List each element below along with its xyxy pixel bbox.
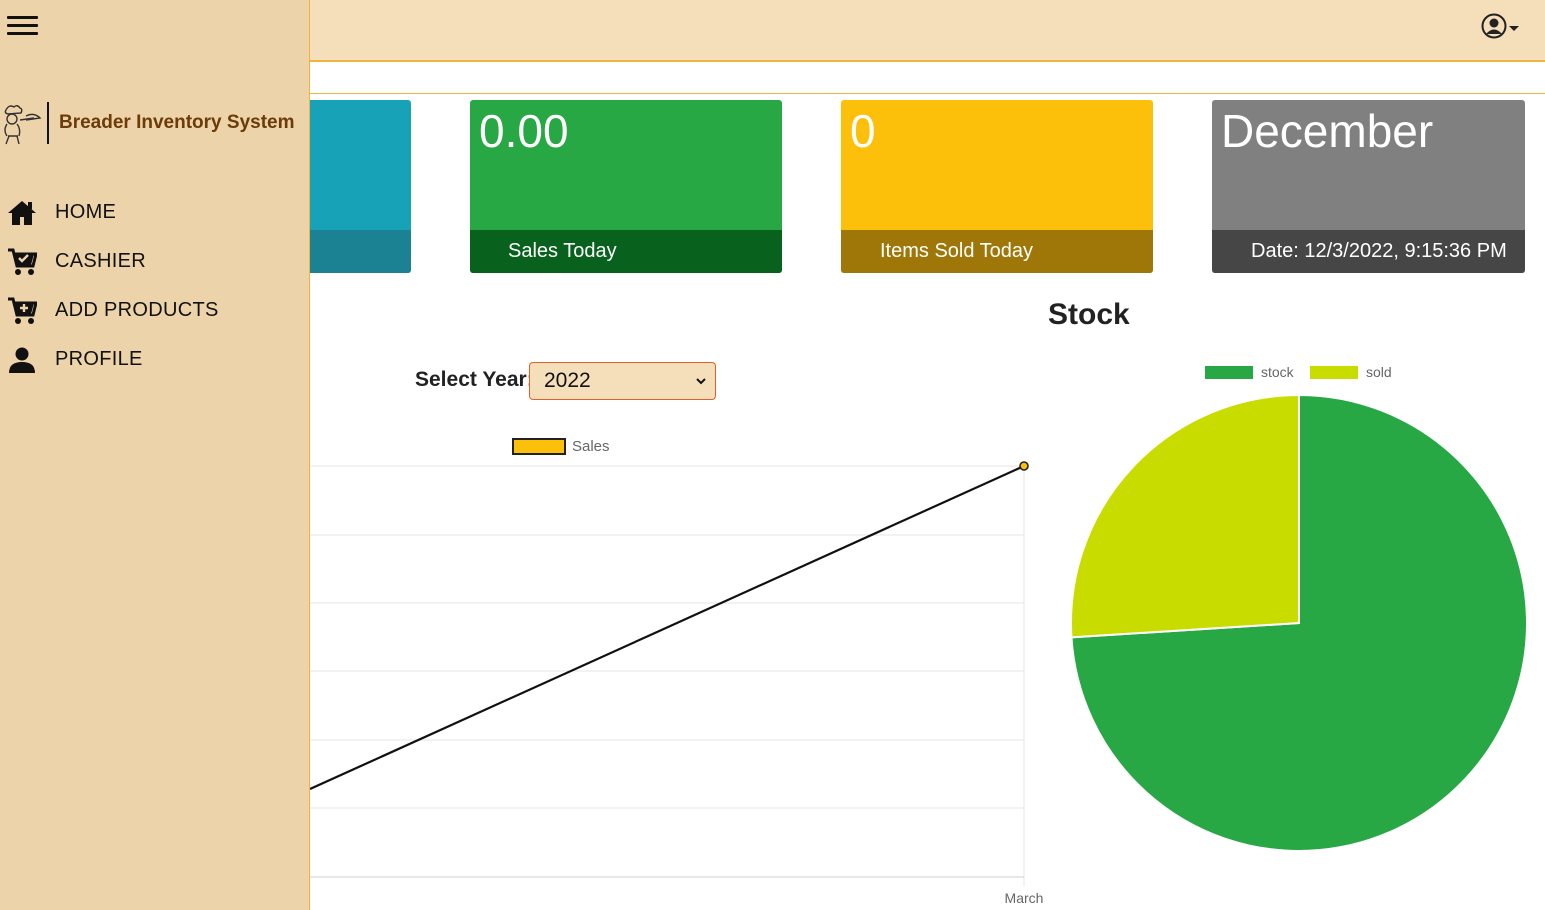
legend-label-sales: Sales [572, 438, 610, 455]
stat-card-value: 0 [850, 105, 876, 157]
hamburger-menu-icon[interactable] [7, 16, 38, 38]
sidebar-item-label: HOME [55, 201, 117, 223]
home-icon [6, 197, 38, 229]
user-circle-icon [1481, 13, 1507, 39]
stat-card-value: 0.00 [479, 105, 569, 157]
stat-card-footer: Sales Today [470, 230, 782, 273]
cart-plus-icon [6, 295, 38, 327]
stat-card-date: December Date: 12/3/2022, 9:15:36 PM [1212, 100, 1525, 273]
stock-pie-chart: stock sold [1070, 364, 1528, 852]
legend-label-sold: sold [1366, 364, 1392, 380]
sidebar-item-label: PROFILE [55, 348, 143, 370]
sidebar-item-home[interactable]: HOME [0, 188, 310, 237]
pie-slice-sold[interactable] [1070, 393, 1300, 639]
brand-divider [47, 102, 49, 144]
sub-navbar [310, 62, 1545, 94]
stat-card-value: December [1221, 105, 1434, 157]
chevron-down-icon [1509, 25, 1519, 31]
sidebar-item-add-products[interactable]: ADD PRODUCTS [0, 286, 310, 335]
legend-label-stock: stock [1261, 364, 1295, 380]
x-tick-label: March [1005, 890, 1044, 906]
person-icon [6, 344, 38, 376]
brand-title: Breader Inventory System [59, 112, 295, 133]
sidebar-item-cashier[interactable]: CASHIER [0, 237, 310, 286]
legend-swatch-sold [1310, 366, 1358, 379]
sales-series-line [310, 464, 1025, 791]
chevron-down-icon [696, 378, 706, 385]
top-navbar [310, 0, 1545, 62]
stat-card-sales-today: 0.00 Sales Today [470, 100, 782, 273]
sales-line-chart: Sales March [310, 438, 1044, 906]
cart-check-icon [6, 246, 38, 278]
stat-card-partial [310, 100, 411, 273]
chef-logo-icon [4, 105, 42, 145]
sidebar-item-label: CASHIER [55, 250, 147, 272]
year-filter-label: Select Year: [415, 368, 534, 391]
stock-chart-title: Stock [1048, 298, 1130, 331]
stat-card-footer: Date: 12/3/2022, 9:15:36 PM [1212, 230, 1525, 273]
stat-card-items-sold: 0 Items Sold Today [841, 100, 1153, 273]
user-menu-button[interactable] [1481, 12, 1523, 40]
year-select-value: 2022 [544, 369, 591, 392]
sidebar-nav: HOME CASHIER ADD PRODUCTS PROFILE [0, 188, 310, 384]
sales-data-point [1019, 461, 1029, 471]
brand[interactable]: Breader Inventory System [0, 100, 295, 146]
legend-swatch-sales [512, 438, 566, 455]
year-select[interactable]: 2022 [529, 362, 716, 400]
sidebar-item-label: ADD PRODUCTS [55, 299, 219, 321]
sidebar-item-profile[interactable]: PROFILE [0, 335, 310, 384]
stat-card-footer [310, 230, 411, 273]
legend-swatch-stock [1205, 366, 1253, 379]
sidebar: Breader Inventory System HOME CASHIER AD… [0, 0, 310, 910]
stat-card-footer: Items Sold Today [841, 230, 1153, 273]
